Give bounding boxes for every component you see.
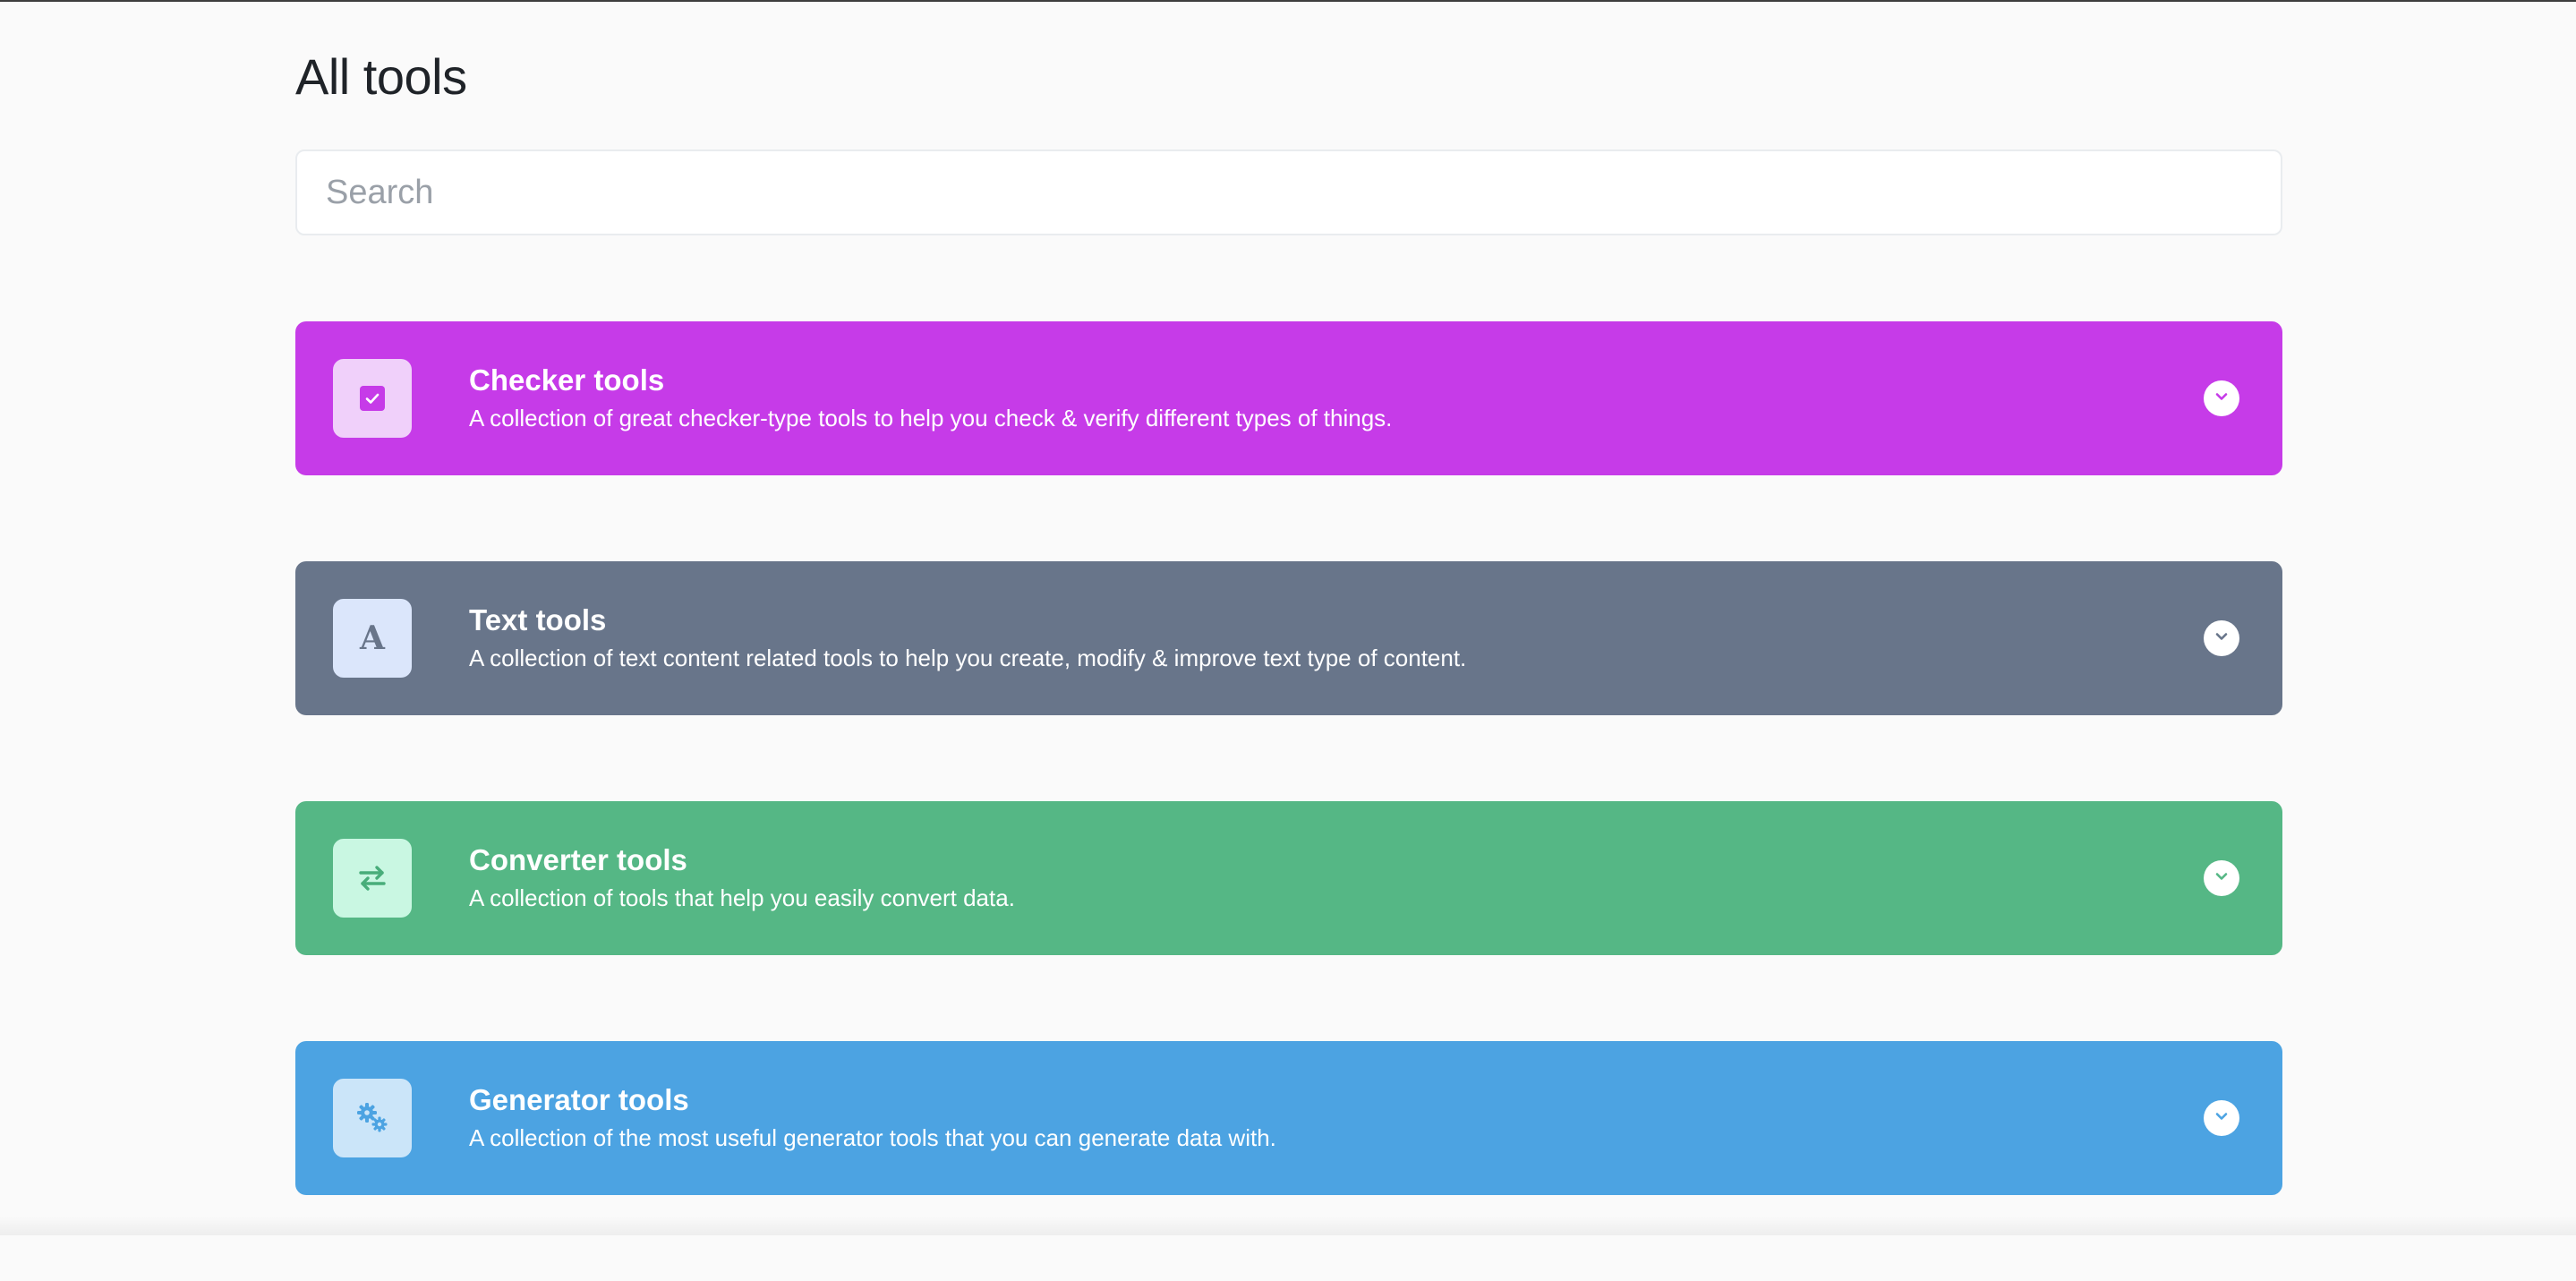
card-title: Converter tools [469,843,687,876]
top-border [0,0,2576,2]
card-description: A collection of tools that help you easi… [469,884,1015,911]
page-title: All tools [295,48,467,105]
chevron-down-icon [2212,387,2231,411]
icon-tile [333,839,412,918]
cogs-icon [354,1099,391,1137]
category-card-text-tools[interactable]: A Text tools A collection of text conten… [295,561,2282,715]
card-description: A collection of great checker-type tools… [469,405,1393,431]
card-description: A collection of text content related too… [469,645,1467,671]
letter-a-icon: A [360,619,385,657]
card-text: Text tools A collection of text content … [469,602,2157,674]
expand-button[interactable] [2204,380,2239,416]
checkbox-icon [359,385,386,412]
card-title: Checker tools [469,363,665,397]
icon-tile [333,1079,412,1157]
card-text: Generator tools A collection of the most… [469,1082,2157,1154]
category-card-generator-tools[interactable]: Generator tools A collection of the most… [295,1041,2282,1195]
card-text: Checker tools A collection of great chec… [469,363,2157,434]
card-description: A collection of the most useful generato… [469,1124,1276,1151]
expand-button[interactable] [2204,1100,2239,1136]
chevron-down-icon [2212,1106,2231,1131]
icon-tile: A [333,599,412,678]
card-title: Generator tools [469,1083,689,1116]
search-box [295,149,2282,235]
category-card-checker-tools[interactable]: Checker tools A collection of great chec… [295,321,2282,475]
icon-tile [333,359,412,438]
category-list: Checker tools A collection of great chec… [295,321,2282,1281]
search-input[interactable] [297,151,2281,234]
expand-button[interactable] [2204,620,2239,656]
bottom-fade [0,1216,2576,1235]
chevron-down-icon [2212,627,2231,651]
expand-button[interactable] [2204,860,2239,896]
arrows-exchange-icon [355,861,389,895]
chevron-down-icon [2212,867,2231,891]
card-title: Text tools [469,603,607,636]
card-text: Converter tools A collection of tools th… [469,842,2157,914]
category-card-converter-tools[interactable]: Converter tools A collection of tools th… [295,801,2282,955]
